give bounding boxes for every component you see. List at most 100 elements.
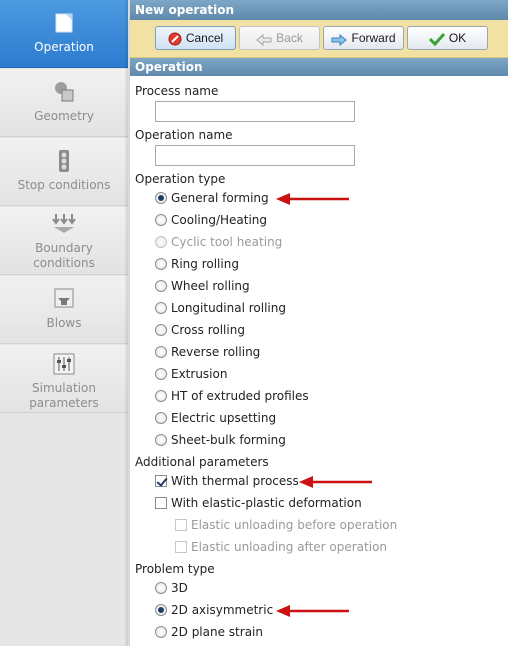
checkbox[interactable] [155,475,167,487]
radio-button[interactable] [155,434,167,446]
operation-type-wheel-rolling[interactable]: Wheel rolling [155,277,250,295]
option-label: Cross rolling [171,323,245,337]
checkbox [175,541,187,553]
radio-button[interactable] [155,626,167,638]
option-label: Ring rolling [171,257,239,271]
operation-type-label: Operation type [135,172,226,186]
operation-type-reverse-rolling[interactable]: Reverse rolling [155,343,260,361]
elastic-unloading-before-checkbox: Elastic unloading before operation [175,516,397,534]
forward-label: Forward [351,31,396,45]
radio-button[interactable] [155,582,167,594]
operation-type-general-forming[interactable]: General forming [155,189,269,207]
ok-button[interactable]: OK [407,26,488,50]
sidebar-item-blows[interactable]: Blows [0,276,128,344]
operation-type-sheet-bulk-forming[interactable]: Sheet-bulk forming [155,431,286,449]
back-arrow-icon [256,33,272,47]
problem-type-label: Problem type [135,562,215,576]
option-label: 2D axisymmetric [171,603,274,617]
process-name-label: Process name [135,84,219,98]
problem-type-2d-plane-strain[interactable]: 2D plane strain [155,623,263,641]
operation-icon [55,13,73,33]
problem-type-3d[interactable]: 3D [155,579,188,597]
operation-type-extrusion[interactable]: Extrusion [155,365,227,383]
option-label: 2D plane strain [171,625,263,639]
sidebar-item-label: Stop conditions [17,178,111,192]
option-label: With thermal process [171,474,299,488]
option-label: Wheel rolling [171,279,250,293]
option-label: With elastic-plastic deformation [171,496,362,510]
problem-type-2d-axisymmetric[interactable]: 2D axisymmetric [155,601,273,619]
geometry-icon [55,82,74,102]
anvil-icon [54,288,74,308]
annotation-arrow-icon [299,476,372,488]
back-button[interactable]: Back [239,26,320,50]
checkbox[interactable] [155,497,167,509]
radio-button[interactable] [155,280,167,292]
operation-form: Process name Operation name Operation ty… [130,76,508,646]
sliders-icon [53,353,75,375]
dialog-title: New operation [130,0,508,20]
sidebar-item-label: Simulation parameters [29,381,99,410]
radio-button[interactable] [155,390,167,402]
radio-button[interactable] [155,368,167,380]
elastic-unloading-after-checkbox: Elastic unloading after operation [175,538,387,556]
ok-label: OK [448,31,467,45]
operation-type-cooling-heating[interactable]: Cooling/Heating [155,211,267,229]
annotation-arrow-icon [276,605,349,617]
annotation-arrow-icon [276,193,349,205]
checkmark-icon [428,32,445,47]
operation-type-ring-rolling[interactable]: Ring rolling [155,255,239,273]
option-label: Elastic unloading before operation [191,518,398,532]
sidebar-item-label: Blows [46,316,82,330]
radio-button[interactable] [155,346,167,358]
checkbox [175,519,187,531]
cancel-label: Cancel [185,31,224,45]
back-label: Back [276,31,303,45]
sidebar: Operation Geometry Stop conditions Bound… [0,0,128,646]
radio-button[interactable] [155,192,167,204]
sidebar-item-operation[interactable]: Operation [0,0,128,68]
additional-parameters-label: Additional parameters [135,455,269,469]
option-label: Elastic unloading after operation [191,540,388,554]
operation-type-electric-upsetting[interactable]: Electric upsetting [155,409,276,427]
radio-button[interactable] [155,412,167,424]
option-label: Reverse rolling [171,345,261,359]
option-label: Sheet-bulk forming [171,433,286,447]
sidebar-item-simulation-parameters[interactable]: Simulation parameters [0,345,128,413]
option-label: HT of extruded profiles [171,389,309,403]
radio-button[interactable] [155,302,167,314]
sidebar-item-stop-conditions[interactable]: Stop conditions [0,138,128,206]
radio-button [155,236,167,248]
operation-type-cross-rolling[interactable]: Cross rolling [155,321,245,339]
toolbar: Cancel Back Forward OK [130,20,508,58]
option-label: Cyclic tool heating [171,235,283,249]
operation-type-longitudinal-rolling[interactable]: Longitudinal rolling [155,299,286,317]
operation-type-cyclic-tool-heating: Cyclic tool heating [155,233,282,251]
sidebar-item-boundary-conditions[interactable]: Boundary conditions [0,207,128,275]
with-thermal-process-checkbox[interactable]: With thermal process [155,472,299,490]
option-label: Cooling/Heating [171,213,268,227]
boundary-arrows-icon [52,214,76,233]
with-elastic-plastic-checkbox[interactable]: With elastic-plastic deformation [155,494,362,512]
cancel-icon [168,32,182,46]
option-label: Electric upsetting [171,411,277,425]
forward-button[interactable]: Forward [323,26,404,50]
option-label: 3D [171,581,188,595]
sidebar-item-label: Boundary conditions [33,241,95,270]
process-name-input[interactable] [155,101,355,122]
operation-name-input[interactable] [155,145,355,166]
traffic-light-icon [59,150,69,172]
section-header-operation: Operation [130,58,508,76]
sidebar-item-label: Operation [34,40,94,54]
option-label: Extrusion [171,367,228,381]
radio-button[interactable] [155,258,167,270]
sidebar-item-geometry[interactable]: Geometry [0,69,128,137]
forward-arrow-icon [331,33,348,47]
operation-type-ht-extruded-profiles[interactable]: HT of extruded profiles [155,387,309,405]
cancel-button[interactable]: Cancel [155,26,236,50]
option-label: Longitudinal rolling [171,301,286,315]
radio-button[interactable] [155,604,167,616]
radio-button[interactable] [155,214,167,226]
radio-button[interactable] [155,324,167,336]
option-label: General forming [171,191,269,205]
